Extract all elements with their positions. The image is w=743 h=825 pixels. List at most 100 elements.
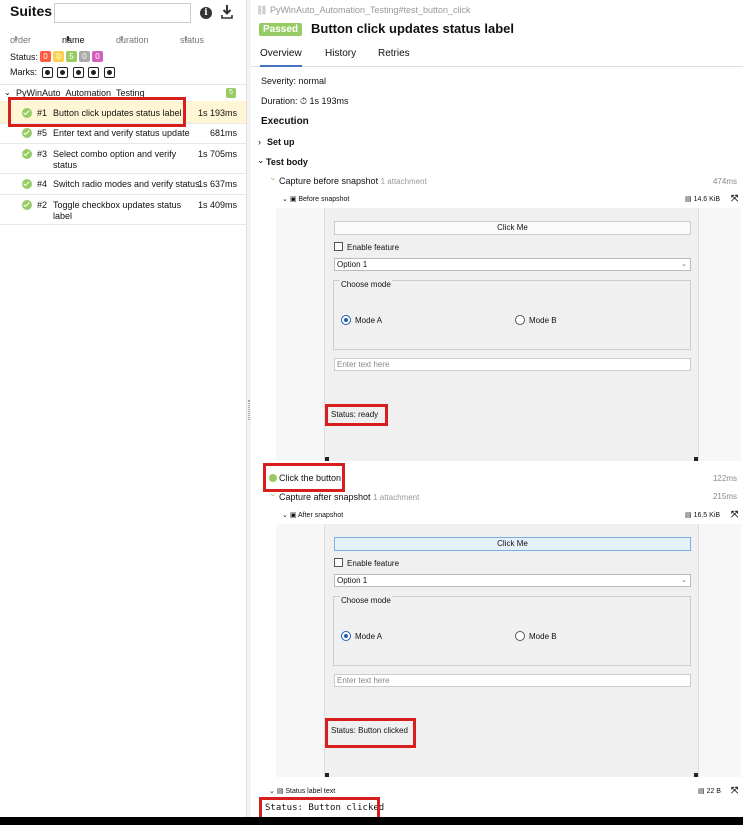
snapshot-checkbox [334, 242, 343, 251]
download-icon[interactable] [221, 5, 233, 19]
attachment-size: ▤ 16.5 KiB [685, 512, 721, 519]
group-title: Choose mode [340, 280, 392, 289]
test-body-toggle[interactable]: Test body [266, 157, 308, 167]
step-duration: 122ms [712, 474, 737, 483]
snapshot-radio-a-label: Mode A [355, 632, 383, 641]
expand-icon[interactable]: ⤧ [731, 785, 738, 796]
severity: Severity: normal [261, 76, 327, 86]
save-icon: ▤ [698, 788, 707, 795]
mark-new-passed-icon[interactable] [72, 67, 84, 79]
snapshot-radio-a-label: Mode A [355, 316, 383, 325]
step-duration: 215ms [712, 492, 737, 501]
snapshot-click-button: Click Me [334, 537, 691, 551]
snapshot-radio-b-label: Mode B [529, 632, 557, 641]
chevron-down-icon[interactable]: ⌄ [269, 488, 277, 499]
chevron-down-icon: ⌄ [269, 788, 277, 795]
status-label: Status: [10, 51, 39, 62]
snapshot-radio-b [515, 315, 525, 325]
attachment-status-text[interactable]: ⌄ ▤ Status label text [269, 787, 335, 795]
test-duration: 1s 637ms [197, 179, 237, 189]
snapshot-radio-a [341, 315, 351, 325]
test-case-item[interactable]: #2 Toggle checkbox updates status label … [0, 195, 246, 225]
resize-corner [694, 773, 698, 777]
snapshot-mode-group: Choose mode Mode A Mode B [333, 596, 691, 666]
snapshot-textfield: Enter text here [334, 674, 691, 687]
highlight-box [325, 718, 416, 748]
bottom-bar [0, 817, 743, 825]
test-case-item[interactable]: #3 Select combo option and verify status… [0, 144, 246, 174]
mark-retries-icon[interactable] [103, 67, 115, 79]
status-count-badge[interactable]: 0 [40, 51, 52, 63]
status-filter: Status: 0 0 5 0 0 [10, 51, 104, 63]
status-count-badge[interactable]: 0 [53, 51, 65, 63]
snapshot-combo: Option 1 ⌄ [334, 574, 691, 587]
attachment-before[interactable]: ⌄ ▣ Before snapshot [282, 195, 349, 203]
snapshot-radio-a [341, 631, 351, 641]
chevron-down-icon: ⌄ [282, 196, 290, 203]
test-title: Switch radio modes and verify status [53, 179, 200, 189]
test-title: Select combo option and verify status [53, 149, 177, 170]
test-title: Toggle checkbox updates status label [53, 200, 182, 221]
test-num: #5 [37, 128, 48, 138]
status-badge: Passed [259, 23, 303, 36]
suites-title: Suites [10, 3, 53, 19]
info-icon[interactable]: i [200, 7, 212, 19]
chevron-down-icon[interactable]: ⌄ [257, 155, 265, 166]
test-duration: 1s 409ms [197, 200, 237, 210]
test-duration: 1s 193ms [197, 108, 237, 118]
tab-history[interactable]: History [325, 48, 356, 67]
page-title: Button click updates status label [311, 21, 514, 36]
passed-icon [22, 128, 32, 138]
test-num: #2 [37, 200, 48, 210]
step-duration: 474ms [712, 177, 737, 186]
execution-heading: Execution [261, 116, 309, 127]
test-detail-panel: ⛓ PyWinAuto_Automation_Testing#test_butt… [251, 0, 743, 825]
passed-icon [22, 149, 32, 159]
chevron-down-icon[interactable]: ⌄ [269, 172, 277, 183]
step-before-snapshot[interactable]: Capture before snapshot 1 attachment [279, 176, 427, 186]
suite-count-badge: 5 [226, 88, 236, 98]
mark-flaky-icon[interactable] [41, 67, 53, 79]
test-case-item[interactable]: #4 Switch radio modes and verify status … [0, 174, 246, 195]
snapshot-textfield: Enter text here [334, 358, 691, 371]
snapshot-combo: Option 1 ⌄ [334, 258, 691, 271]
tab-retries[interactable]: Retries [378, 48, 410, 67]
marks-filter: Marks: [10, 67, 115, 79]
status-count-badge[interactable]: 0 [92, 51, 104, 63]
search-input[interactable] [54, 3, 191, 23]
highlight-box [8, 97, 186, 127]
chevron-down-icon: ⌄ [4, 88, 11, 97]
test-duration: 1s 705ms [197, 149, 237, 159]
image-icon: ▣ [289, 512, 298, 519]
chevron-down-icon: ⌄ [282, 512, 290, 519]
snapshot-click-button: Click Me [334, 221, 691, 235]
attachment-after[interactable]: ⌄ ▣ After snapshot [282, 511, 343, 519]
snapshot-checkbox-label: Enable feature [347, 559, 400, 568]
resize-corner [325, 457, 329, 461]
mark-new-broken-icon[interactable] [88, 67, 100, 79]
resize-corner [694, 457, 698, 461]
group-title: Choose mode [340, 596, 392, 605]
step-after-snapshot[interactable]: Capture after snapshot 1 attachment [279, 492, 419, 502]
attachment-size: ▤ 14.6 KiB [685, 196, 721, 203]
test-num: #3 [37, 149, 48, 159]
snapshot-checkbox-label: Enable feature [347, 243, 400, 252]
splitter-grip[interactable] [248, 400, 250, 420]
snapshot-radio-b [515, 631, 525, 641]
expand-icon[interactable]: ⤧ [731, 193, 738, 204]
snapshot-mode-group: Choose mode Mode A Mode B [333, 280, 691, 350]
highlight-box [325, 404, 388, 426]
sort-row: order ⬍ name ⬍ duration ⬍ status ⬍ [10, 35, 205, 45]
setup-toggle[interactable]: Set up [267, 137, 295, 147]
test-duration: 681ms [209, 128, 237, 138]
status-count-badge[interactable]: 5 [66, 51, 78, 63]
test-case-item[interactable]: #5 Enter text and verify status update 6… [0, 124, 246, 144]
tab-bar: Overview History Retries [251, 43, 743, 67]
mark-new-failed-icon[interactable] [57, 67, 69, 79]
snapshot-radio-b-label: Mode B [529, 316, 557, 325]
chevron-right-icon[interactable]: › [258, 137, 261, 147]
tab-overview[interactable]: Overview [260, 48, 302, 67]
status-count-badge[interactable]: 0 [79, 51, 91, 63]
expand-icon[interactable]: ⤧ [731, 509, 738, 520]
breadcrumb[interactable]: ⛓ PyWinAuto_Automation_Testing#test_butt… [256, 5, 471, 16]
